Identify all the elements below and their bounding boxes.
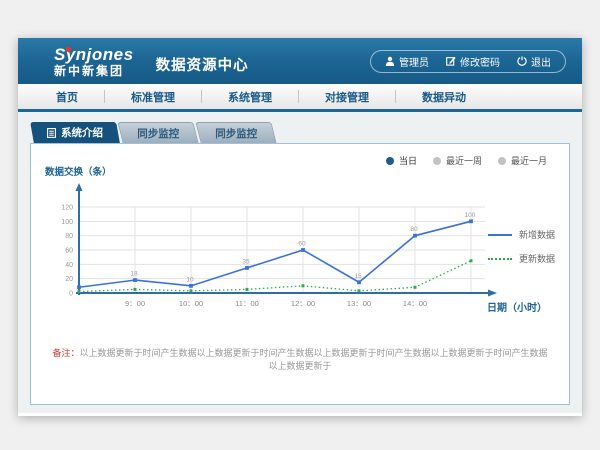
radio-label: 当日: [399, 154, 417, 167]
nav-item-data-change[interactable]: 数据异动: [396, 89, 492, 105]
svg-text:60: 60: [65, 248, 73, 255]
svg-text:11：00: 11：00: [235, 299, 259, 308]
chart-panel: 当日 最近一周 最近一月 数据交换（条） 0 20 40 60 80 100 120 9：00…: [30, 143, 570, 405]
footnote-prefix: 备注：: [52, 348, 79, 358]
tab-label: 系统介绍: [61, 125, 103, 140]
svg-text:100: 100: [465, 212, 476, 219]
logout-label: 退出: [531, 54, 551, 69]
legend-label: 新增数据: [519, 228, 555, 241]
tab-system-intro[interactable]: 系统介绍: [30, 122, 120, 143]
date-range-filters: 当日 最近一周 最近一月: [386, 154, 547, 167]
logo-subtext: 新中新集团: [54, 65, 134, 77]
app-header: Synjones 新中新集团 数据资源中心 管理员 修改密码: [18, 38, 582, 84]
svg-text:80: 80: [65, 233, 73, 240]
chart-legend: 新增数据 更新数据: [488, 228, 555, 265]
x-axis-label: 日期（小时）: [487, 299, 547, 314]
legend-item-updated-data: 更新数据: [488, 252, 555, 265]
company-logo: Synjones 新中新集团: [54, 46, 134, 77]
radio-label: 最近一月: [511, 154, 547, 167]
edit-icon: [446, 56, 456, 66]
svg-text:10: 10: [186, 276, 194, 283]
svg-text:80: 80: [410, 226, 418, 233]
tab-sync-monitor-1[interactable]: 同步监控: [117, 122, 198, 143]
main-nav: 首页 标准管理 系统管理 对接管理 数据异动: [18, 84, 582, 112]
svg-text:120: 120: [61, 205, 73, 212]
user-icon: [385, 56, 395, 66]
tab-label: 同步监控: [137, 126, 179, 141]
logout-button[interactable]: 退出: [517, 54, 551, 69]
power-icon: [517, 56, 527, 66]
svg-text:14：00: 14：00: [403, 299, 427, 308]
line-chart: 0 20 40 60 80 100 120 9：00 10：00 11：00 12：00 13：00 1…: [41, 180, 511, 325]
green-dotted-sample-icon: [488, 258, 512, 260]
svg-text:0: 0: [69, 291, 73, 298]
radio-last-month[interactable]: 最近一月: [498, 154, 547, 167]
svg-text:13：00: 13：00: [347, 299, 371, 308]
nav-item-home[interactable]: 首页: [30, 89, 104, 105]
radio-dot-icon: [498, 157, 506, 165]
footnote: 备注：以上数据更新于时间产生数据以上数据更新于时间产生数据以上数据更新于时间产生…: [31, 346, 569, 372]
legend-label: 更新数据: [519, 252, 555, 265]
user-toolbar: 管理员 修改密码 退出: [370, 50, 566, 73]
radio-dot-icon: [386, 157, 394, 165]
svg-text:60: 60: [298, 241, 306, 248]
svg-text:100: 100: [61, 219, 73, 226]
admin-user-button[interactable]: 管理员: [385, 54, 429, 69]
svg-text:10：00: 10：00: [179, 299, 203, 308]
app-window: Synjones 新中新集团 数据资源中心 管理员 修改密码: [18, 38, 582, 416]
footnote-text: 以上数据更新于时间产生数据以上数据更新于时间产生数据以上数据更新于时间产生数据以…: [80, 348, 548, 371]
change-password-button[interactable]: 修改密码: [446, 54, 500, 69]
change-password-label: 修改密码: [460, 54, 500, 69]
tab-label: 同步监控: [215, 126, 257, 141]
nav-item-standard-mgmt[interactable]: 标准管理: [105, 89, 201, 105]
svg-text:40: 40: [65, 262, 73, 269]
svg-text:15: 15: [354, 273, 362, 280]
document-icon: [47, 128, 56, 138]
svg-text:12：00: 12：00: [291, 299, 315, 308]
y-axis-label: 数据交换（条）: [45, 164, 112, 178]
svg-text:9：00: 9：00: [125, 299, 145, 308]
legend-item-new-data: 新增数据: [488, 228, 555, 241]
radio-last-week[interactable]: 最近一周: [433, 154, 482, 167]
svg-text:18: 18: [130, 271, 138, 278]
nav-item-system-mgmt[interactable]: 系统管理: [202, 89, 298, 105]
nav-item-interface-mgmt[interactable]: 对接管理: [299, 89, 395, 105]
radio-today[interactable]: 当日: [386, 154, 417, 167]
content-area: 系统介绍 同步监控 同步监控 当日 最近一周: [18, 112, 582, 413]
page-title: 数据资源中心: [156, 54, 249, 75]
svg-text:35: 35: [242, 258, 250, 265]
blue-line-sample-icon: [488, 234, 512, 236]
svg-text:20: 20: [65, 276, 73, 283]
admin-user-label: 管理员: [399, 54, 429, 69]
tab-sync-monitor-2[interactable]: 同步监控: [195, 122, 276, 143]
radio-dot-icon: [433, 157, 441, 165]
radio-label: 最近一周: [446, 154, 482, 167]
tab-bar: 系统介绍 同步监控 同步监控: [32, 122, 570, 143]
